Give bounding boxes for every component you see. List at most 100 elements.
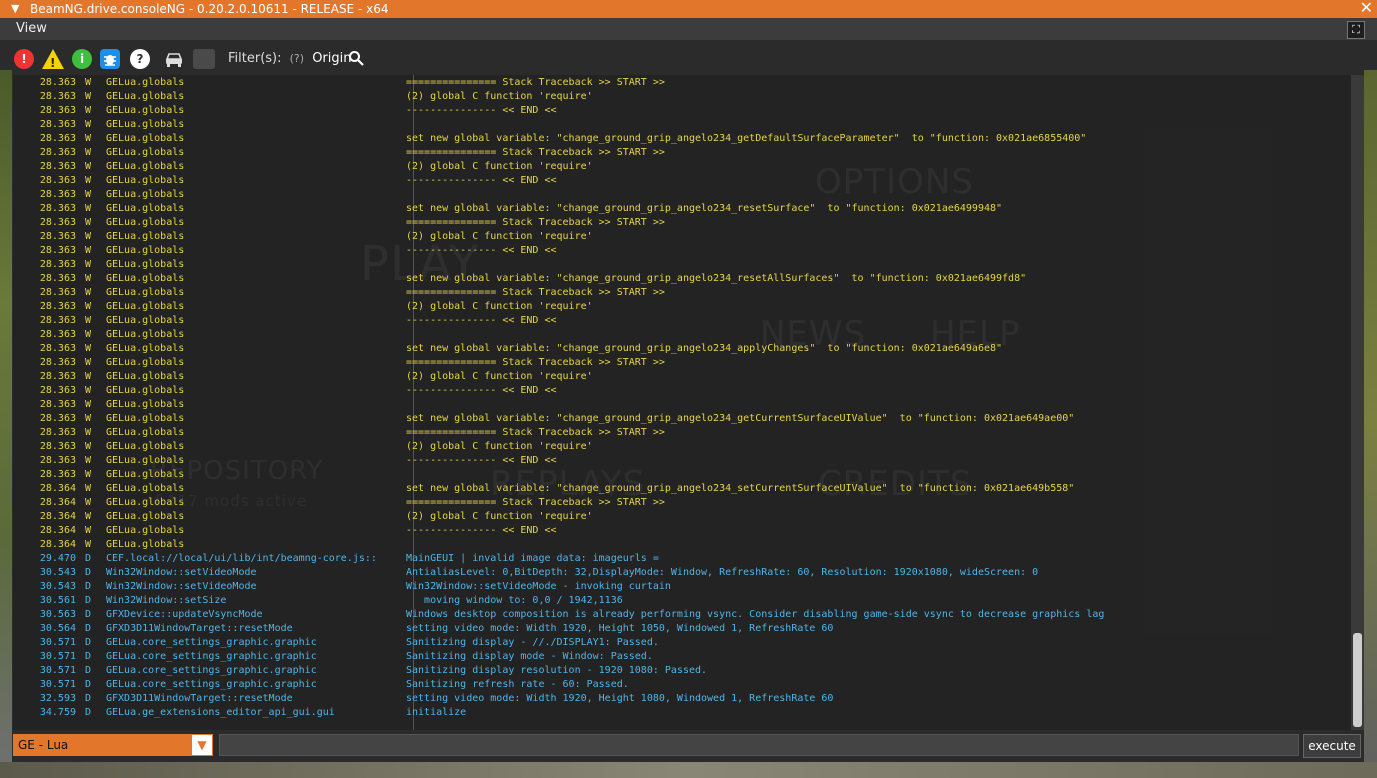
log-time: 28.363 bbox=[39, 175, 76, 186]
background-bottom-strip bbox=[0, 762, 1377, 778]
log-origin: GELua.core_settings_graphic.graphic bbox=[106, 651, 317, 662]
log-level: D bbox=[85, 553, 92, 564]
log-message: (2) global C function 'require' bbox=[406, 161, 593, 172]
log-time: 30.543 bbox=[39, 567, 76, 578]
background-scenery-right bbox=[1364, 70, 1377, 770]
vm-select-value: GE - Lua bbox=[18, 738, 69, 752]
log-origin: Win32Window::setVideoMode bbox=[106, 581, 257, 592]
log-time: 28.364 bbox=[39, 497, 76, 508]
log-message: (2) global C function 'require' bbox=[406, 441, 593, 452]
chevron-down-icon[interactable]: ▼ bbox=[192, 735, 212, 755]
log-message: Sanitizing display mode - Window: Passed… bbox=[406, 651, 653, 662]
menu-view[interactable]: View bbox=[16, 18, 47, 40]
warning-filter-button[interactable]: ! bbox=[42, 49, 64, 70]
log-origin: Win32Window::setSize bbox=[106, 595, 227, 606]
vehicle-filter-button[interactable] bbox=[163, 49, 185, 69]
log-level: W bbox=[85, 217, 92, 228]
log-time: 28.363 bbox=[39, 161, 76, 172]
log-time: 28.364 bbox=[39, 539, 76, 550]
log-origin: GELua.globals bbox=[106, 469, 185, 480]
log-origin: GELua.globals bbox=[106, 385, 185, 396]
log-level: D bbox=[85, 623, 92, 634]
log-message: setting video mode: Width 1920, Height 1… bbox=[406, 623, 834, 634]
log-level: W bbox=[85, 455, 92, 466]
info-filter-button[interactable]: i bbox=[72, 49, 92, 69]
log-time: 28.363 bbox=[39, 427, 76, 438]
log-time: 28.363 bbox=[39, 147, 76, 158]
execute-button[interactable]: execute bbox=[1303, 734, 1361, 758]
log-level: W bbox=[85, 497, 92, 508]
log-origin: GELua.ge_extensions_editor_api_gui.gui bbox=[106, 707, 335, 718]
log-time: 28.363 bbox=[39, 399, 76, 410]
log-origin: GELua.globals bbox=[106, 497, 185, 508]
log-origin: GFXDevice::updateVsyncMode bbox=[106, 609, 263, 620]
fullscreen-icon[interactable]: ⛶ bbox=[1347, 21, 1365, 39]
log-message: --------------- << END << bbox=[406, 455, 557, 466]
log-message: Win32Window::setVideoMode - invoking cur… bbox=[406, 581, 671, 592]
log-time: 28.363 bbox=[39, 413, 76, 424]
log-time: 28.363 bbox=[39, 105, 76, 116]
log-level: D bbox=[85, 567, 92, 578]
log-origin: GELua.globals bbox=[106, 343, 185, 354]
log-scrollbar-thumb[interactable] bbox=[1353, 633, 1362, 727]
log-time: 28.363 bbox=[39, 329, 76, 340]
log-origin: GELua.globals bbox=[106, 511, 185, 522]
extra-filter-button[interactable] bbox=[193, 49, 215, 69]
log-level: W bbox=[85, 343, 92, 354]
log-level: W bbox=[85, 245, 92, 256]
log-level: D bbox=[85, 651, 92, 662]
log-time: 28.363 bbox=[39, 189, 76, 200]
log-time: 28.363 bbox=[39, 91, 76, 102]
log-level: D bbox=[85, 595, 92, 606]
log-origin: GELua.globals bbox=[106, 217, 185, 228]
log-origin: Win32Window::setVideoMode bbox=[106, 567, 257, 578]
log-time: 34.759 bbox=[39, 707, 76, 718]
log-origin: GELua.globals bbox=[106, 427, 185, 438]
log-level: W bbox=[85, 539, 92, 550]
log-message: Sanitizing display resolution - 1920 108… bbox=[406, 665, 708, 676]
log-origin: GELua.globals bbox=[106, 91, 185, 102]
log-message: --------------- << END << bbox=[406, 525, 557, 536]
filters-label-group: Filter(s): (?) Origin bbox=[228, 49, 352, 69]
log-message: --------------- << END << bbox=[406, 105, 557, 116]
log-time: 30.571 bbox=[39, 637, 76, 648]
search-icon[interactable] bbox=[348, 50, 364, 66]
log-level: D bbox=[85, 637, 92, 648]
log-origin: GELua.globals bbox=[106, 119, 185, 130]
filters-help-hint[interactable]: (?) bbox=[290, 52, 304, 65]
log-message: --------------- << END << bbox=[406, 315, 557, 326]
command-input[interactable] bbox=[219, 734, 1299, 756]
log-origin: CEF.local://local/ui/lib/int/beamng-core… bbox=[106, 553, 377, 564]
log-origin: GELua.globals bbox=[106, 315, 185, 326]
log-origin: GELua.globals bbox=[106, 231, 185, 242]
console-log[interactable]: 28.363 W GELua.globals =============== Stac… bbox=[13, 75, 1351, 730]
log-scrollbar[interactable] bbox=[1351, 75, 1364, 730]
log-level: D bbox=[85, 693, 92, 704]
log-level: W bbox=[85, 259, 92, 270]
window-menu-icon[interactable]: ▼ bbox=[11, 0, 19, 18]
log-origin: GELua.globals bbox=[106, 357, 185, 368]
vm-select[interactable]: GE - Lua ▼ bbox=[13, 734, 213, 756]
log-level: W bbox=[85, 189, 92, 200]
log-message: =============== Stack Traceback >> START… bbox=[406, 77, 665, 88]
log-level: D bbox=[85, 609, 92, 620]
log-level: W bbox=[85, 91, 92, 102]
log-level: W bbox=[85, 371, 92, 382]
log-origin: GELua.globals bbox=[106, 203, 185, 214]
log-message: (2) global C function 'require' bbox=[406, 511, 593, 522]
error-filter-button[interactable]: ! bbox=[14, 49, 34, 69]
log-origin: GELua.globals bbox=[106, 441, 185, 452]
help-filter-button[interactable]: ? bbox=[130, 49, 150, 69]
log-level: W bbox=[85, 161, 92, 172]
log-origin: GELua.globals bbox=[106, 133, 185, 144]
log-time: 32.593 bbox=[39, 693, 76, 704]
debug-filter-button[interactable] bbox=[100, 49, 120, 69]
origin-label: Origin bbox=[312, 51, 352, 66]
log-message: =============== Stack Traceback >> START… bbox=[406, 357, 665, 368]
log-message: (2) global C function 'require' bbox=[406, 91, 593, 102]
log-time: 28.364 bbox=[39, 525, 76, 536]
close-icon[interactable]: ✕ bbox=[1360, 0, 1373, 17]
log-origin: GELua.globals bbox=[106, 175, 185, 186]
log-level: W bbox=[85, 175, 92, 186]
log-level: W bbox=[85, 329, 92, 340]
